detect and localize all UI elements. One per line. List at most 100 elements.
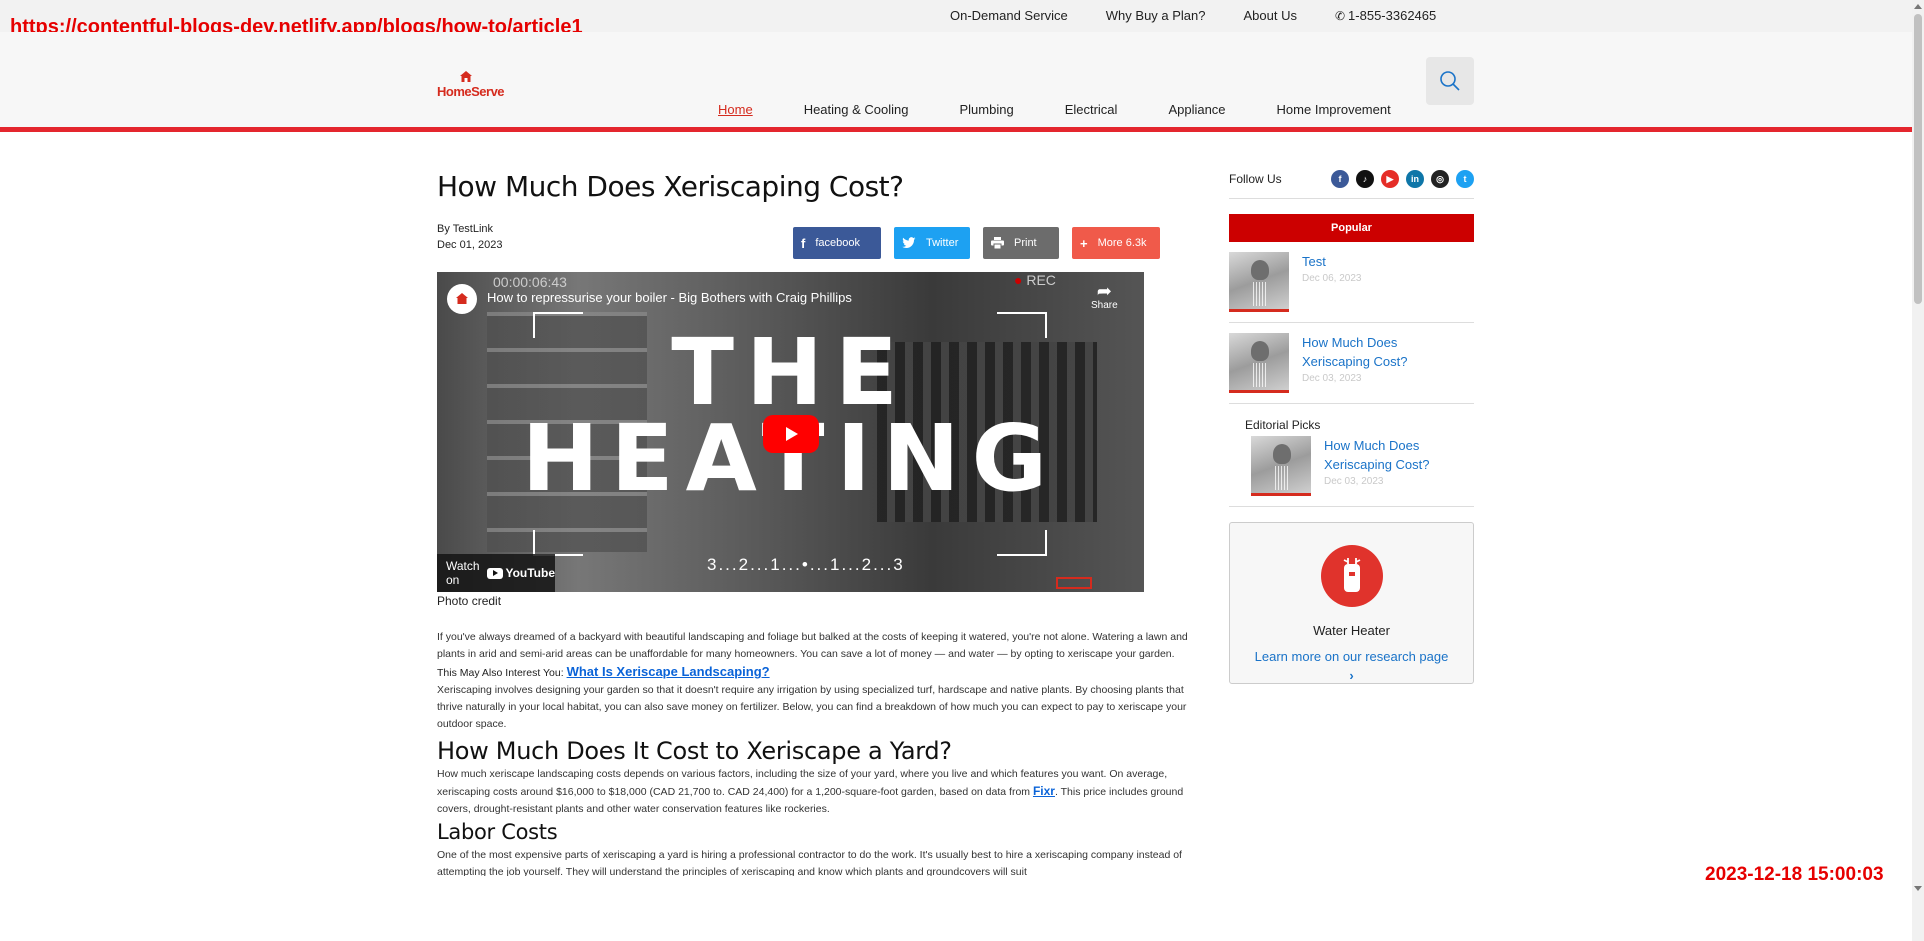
interest-link[interactable]: What Is Xeriscape Landscaping?: [567, 664, 770, 679]
popular-item[interactable]: Test Dec 06, 2023: [1229, 242, 1474, 323]
utility-links: On-Demand Service Why Buy a Plan? About …: [950, 8, 1436, 23]
share-twitter-label: Twitter: [926, 237, 959, 249]
video-title[interactable]: How to repressurise your boiler - Big Bo…: [487, 290, 852, 305]
play-icon: [786, 427, 798, 441]
search-icon: [1440, 71, 1460, 91]
utility-link-why-buy[interactable]: Why Buy a Plan?: [1106, 8, 1206, 23]
nav-item-home-improvement[interactable]: Home Improvement: [1277, 102, 1391, 117]
editorial-picks-label: Editorial Picks: [1245, 418, 1321, 432]
section-heading-labor: Labor Costs: [437, 820, 558, 844]
social-icons: f ♪ ▶ in ◎ t: [1331, 170, 1474, 188]
editorial-item-info: How Much Does Xeriscaping Cost? Dec 03, …: [1324, 436, 1444, 496]
youtube-label: YouTube: [505, 566, 555, 580]
video-share-button[interactable]: ➦ Share: [1091, 282, 1118, 311]
share-arrow-icon: ➦: [1096, 281, 1112, 301]
battery-icon: [1056, 577, 1092, 589]
section-heading-cost: How Much Does It Cost to Xeriscape a Yar…: [437, 737, 952, 765]
photo-credit: Photo credit: [437, 594, 502, 608]
facebook-icon: f: [801, 235, 806, 251]
homeserve-logo[interactable]: HomeServe: [437, 70, 517, 100]
utility-link-on-demand[interactable]: On-Demand Service: [950, 8, 1068, 23]
facebook-icon[interactable]: f: [1331, 170, 1349, 188]
share-print-button[interactable]: Print: [983, 227, 1059, 259]
popular-item-date: Dec 06, 2023: [1302, 273, 1362, 284]
tiktok-icon[interactable]: ♪: [1356, 170, 1374, 188]
popular-item[interactable]: How Much Does Xeriscaping Cost? Dec 03, …: [1229, 323, 1474, 404]
nav-item-plumbing[interactable]: Plumbing: [959, 102, 1013, 117]
popular-item-date: Dec 03, 2023: [1302, 373, 1362, 384]
editorial-item-title[interactable]: How Much Does Xeriscaping Cost?: [1324, 436, 1444, 474]
nav-item-home[interactable]: Home: [718, 102, 753, 117]
intro-paragraph: If you've always dreamed of a backyard w…: [437, 631, 1188, 660]
utility-link-about[interactable]: About Us: [1244, 8, 1297, 23]
editorial-picks: Editorial Picks How Much Does Xeriscapin…: [1229, 404, 1474, 507]
watch-on-youtube[interactable]: Watch on YouTube: [437, 554, 555, 592]
search-button[interactable]: [1426, 57, 1474, 105]
shower-thumbnail: [1251, 436, 1311, 496]
frame-corner-bl: [533, 530, 583, 556]
watch-on-label: Watch on: [446, 559, 480, 587]
instagram-icon[interactable]: ◎: [1431, 170, 1449, 188]
linkedin-icon[interactable]: in: [1406, 170, 1424, 188]
share-more-label: More 6.3k: [1097, 237, 1147, 249]
follow-us-row: Follow Us f ♪ ▶ in ◎ t: [1229, 170, 1474, 199]
follow-us-label: Follow Us: [1229, 172, 1282, 186]
popular-item-title[interactable]: How Much Does Xeriscaping Cost?: [1302, 333, 1422, 371]
video-overlay-line1: THE: [671, 319, 910, 426]
video-play-button[interactable]: [763, 415, 819, 453]
twitter-icon: [902, 237, 916, 249]
logo-text: HomeServe: [437, 84, 505, 99]
phone-number: 1-855-3362465: [1348, 8, 1437, 23]
popular-item-title[interactable]: Test: [1302, 252, 1362, 271]
timestamp-overlay: 2023-12-18 15:00:03: [1705, 864, 1884, 885]
share-facebook-button[interactable]: f facebook: [793, 227, 881, 259]
phone-icon: ✆: [1334, 9, 1346, 23]
share-row: f facebook Twitter Print + More 6.3k: [793, 227, 1160, 259]
shower-thumbnail: [1229, 333, 1289, 393]
youtube-icon[interactable]: ▶: [1381, 170, 1399, 188]
shower-thumbnail: [1229, 252, 1289, 312]
nav-item-heating-cooling[interactable]: Heating & Cooling: [804, 102, 909, 117]
share-print-label: Print: [1014, 237, 1037, 249]
paragraph-3: How much xeriscape landscaping costs dep…: [437, 766, 1191, 818]
logo-house-icon: [460, 71, 472, 82]
video-rec-indicator: ● REC: [1014, 272, 1056, 288]
homeserve-house-icon: [456, 293, 468, 304]
scroll-up-icon[interactable]: [1914, 4, 1922, 9]
youtube-logo-icon: YouTube: [487, 566, 555, 580]
research-card: Water Heater Learn more on our research …: [1229, 522, 1474, 684]
popular-item-info: How Much Does Xeriscaping Cost? Dec 03, …: [1302, 333, 1422, 393]
nav-item-electrical[interactable]: Electrical: [1065, 102, 1118, 117]
page-scrollbar[interactable]: [1912, 0, 1924, 941]
scroll-thumb[interactable]: [1914, 14, 1922, 304]
water-heater-glyph: [1343, 558, 1360, 592]
research-link-text: Learn more on our research page: [1254, 649, 1449, 664]
site-header: HomeServe Home Heating & Cooling Plumbin…: [0, 32, 1912, 132]
interest-prefix: This May Also Interest You:: [437, 667, 567, 679]
video-embed[interactable]: 00:00:06:43 ● REC How to repressurise yo…: [437, 272, 1144, 592]
chevron-right-icon: ›: [1349, 668, 1354, 683]
water-heater-icon: [1320, 545, 1383, 607]
video-rec-label: REC: [1026, 272, 1056, 288]
editorial-item-date: Dec 03, 2023: [1324, 476, 1384, 487]
popular-tab[interactable]: Popular: [1229, 214, 1474, 242]
research-title: Water Heater: [1313, 623, 1390, 638]
scroll-down-icon[interactable]: [1914, 886, 1922, 891]
paragraph-2: Xeriscaping involves designing your gard…: [437, 684, 1187, 730]
popular-item-info: Test Dec 06, 2023: [1302, 252, 1362, 312]
fixr-link[interactable]: Fixr: [1033, 784, 1055, 798]
share-more-button[interactable]: + More 6.3k: [1072, 227, 1160, 259]
video-share-label: Share: [1091, 300, 1118, 311]
print-icon: [991, 237, 1004, 249]
editorial-item[interactable]: How Much Does Xeriscaping Cost? Dec 03, …: [1245, 432, 1474, 496]
channel-avatar[interactable]: [447, 284, 477, 314]
research-link[interactable]: Learn more on our research page ›: [1230, 647, 1473, 685]
nav-item-appliance[interactable]: Appliance: [1168, 102, 1225, 117]
video-countdown: 3...2...1...•...1...2...3: [707, 555, 905, 574]
share-facebook-label: facebook: [815, 237, 860, 249]
sidebar: Follow Us f ♪ ▶ in ◎ t Popular Test Dec 06, 2…: [1229, 170, 1474, 684]
frame-corner-br: [997, 530, 1047, 556]
share-twitter-button[interactable]: Twitter: [894, 227, 970, 259]
twitter-icon[interactable]: t: [1456, 170, 1474, 188]
utility-phone[interactable]: ✆ 1-855-3362465: [1335, 8, 1436, 23]
